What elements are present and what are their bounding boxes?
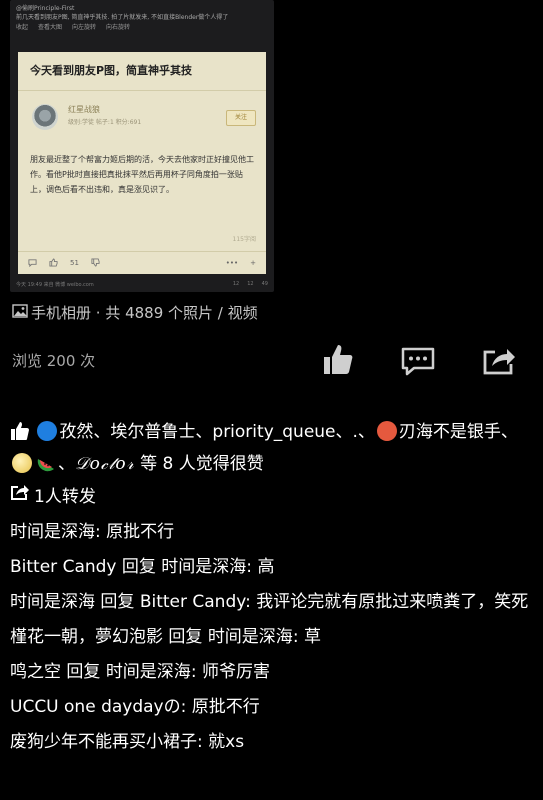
comment-item[interactable]: 时间是深海 回复 Bitter Candy: 我评论完就有原批过来喷粪了，笑死 bbox=[10, 588, 535, 617]
follow-button: 关注 bbox=[226, 110, 256, 126]
likes-name-doctor[interactable]: 𝒟𝑜𝒸𝓉𝑜𝓇 bbox=[75, 454, 135, 474]
status-right: 12 12 49 bbox=[233, 281, 268, 287]
avatar bbox=[32, 104, 58, 130]
divider bbox=[18, 90, 266, 91]
reply-word: 回复 bbox=[168, 627, 203, 647]
photo-icon bbox=[12, 303, 28, 322]
embedded-screenshot[interactable]: @偷刷Principle-First 前几天看到朋友P图, 简直神乎其技. 拍了… bbox=[10, 0, 274, 292]
view-count: 浏览 200 次 bbox=[12, 352, 96, 370]
collapse-link: 收起 bbox=[16, 24, 29, 31]
likes-names-part1[interactable]: 孜然、埃尔普鲁士、priority_queue、.、 bbox=[59, 422, 375, 442]
status-count-3: 49 bbox=[261, 281, 268, 287]
repost-count[interactable]: 1人转发 bbox=[10, 482, 96, 507]
watermelon-icon bbox=[36, 453, 56, 482]
card-title: 今天看到朋友P图，简直神乎其技 bbox=[30, 64, 193, 77]
thumbs-up-icon bbox=[324, 345, 353, 374]
album-source[interactable]: 手机相册 · 共 4889 个照片 / 视频 bbox=[12, 302, 258, 323]
likes-suffix: 等 8 人觉得很赞 bbox=[134, 454, 264, 474]
poster-line: @偷刷Principle-First bbox=[16, 5, 75, 12]
screenshot-status: 今天 19:49 来自 微博 weibo.com 12 12 49 bbox=[16, 278, 268, 290]
share-icon bbox=[10, 483, 30, 506]
comment-text: 师爷厉害 bbox=[201, 662, 270, 682]
comment-reply-to[interactable]: 时间是深海 bbox=[106, 662, 191, 682]
reply-word: 回复 bbox=[100, 592, 135, 612]
comment-item[interactable]: 鸣之空 回复 时间是深海: 师爷厉害 bbox=[10, 658, 535, 687]
card-body: 朋友最近整了个帮富力姬后期的活，今天去他家时正好撞见他工作。看他P批时直接把真批… bbox=[30, 155, 254, 194]
share-button[interactable] bbox=[481, 342, 517, 378]
comment-author[interactable]: Bitter Candy bbox=[10, 557, 116, 577]
card-footer-right: ••• + bbox=[226, 259, 256, 267]
gear-badge-icon bbox=[37, 421, 58, 441]
repost-label: 1人转发 bbox=[34, 487, 96, 507]
thumbs-up-icon bbox=[49, 257, 58, 269]
comment-bubble-icon bbox=[401, 347, 435, 376]
card-author-meta: 级别:学徒 帖子:1 积分:691 bbox=[68, 119, 142, 126]
comment-text: 高 bbox=[257, 557, 275, 577]
thumbs-up-icon bbox=[10, 421, 30, 450]
likes-list: 孜然、埃尔普鲁士、priority_queue、.、 刃海不是银手、、𝒟𝑜𝒸𝓉𝑜𝓇… bbox=[10, 418, 535, 482]
comment-author[interactable]: UCCU one daydayの bbox=[10, 697, 181, 717]
likes-names-part2[interactable]: 刃海不是银手、 bbox=[399, 422, 518, 442]
status-count-1: 12 bbox=[232, 281, 240, 287]
comment-text: 原批不行 bbox=[106, 522, 175, 542]
comment-author[interactable]: 槿花一朝，夢幻泡影 bbox=[10, 627, 163, 647]
status-count-2: 12 bbox=[247, 281, 254, 287]
reply-word: 回复 bbox=[66, 662, 101, 682]
comment-item[interactable]: 槿花一朝，夢幻泡影 回复 时间是深海: 草 bbox=[10, 623, 535, 652]
comment-item[interactable]: UCCU one daydayの: 原批不行 bbox=[10, 693, 535, 722]
comment-reply-to[interactable]: 时间是深海 bbox=[161, 557, 246, 577]
comment-author[interactable]: 时间是深海 bbox=[10, 522, 95, 542]
more-icon: ••• bbox=[225, 259, 239, 267]
card-author-name: 红星战狼 bbox=[68, 105, 100, 114]
status-left: 今天 19:49 来自 微博 weibo.com bbox=[16, 281, 94, 288]
comment-text: 就xs bbox=[208, 732, 245, 752]
card-author: 红星战狼 级别:学徒 帖子:1 积分:691 关注 bbox=[28, 100, 256, 140]
share-icon bbox=[483, 349, 515, 375]
comment-item[interactable]: 废狗少年不能再买小裙子: 就xs bbox=[10, 728, 535, 757]
card-word-count: 115字阅 bbox=[232, 236, 256, 243]
comment-list: 时间是深海: 原批不行 Bitter Candy 回复 时间是深海: 高时间是深海… bbox=[10, 518, 535, 763]
view-large-link: 查看大图 bbox=[38, 24, 63, 31]
comment-item[interactable]: 时间是深海: 原批不行 bbox=[10, 518, 535, 547]
album-label: 手机相册 · 共 4889 个照片 / 视频 bbox=[31, 304, 258, 322]
like-count: 51 bbox=[70, 259, 79, 267]
card-footer: 51 ••• + bbox=[18, 251, 266, 274]
plus-icon: + bbox=[250, 259, 256, 267]
likes-names-part3: 、 bbox=[58, 454, 75, 474]
reply-word: 回复 bbox=[121, 557, 156, 577]
comment-text: 草 bbox=[303, 627, 321, 647]
like-button[interactable] bbox=[320, 342, 356, 378]
comment-author[interactable]: 鸣之空 bbox=[10, 662, 61, 682]
flower-badge-icon bbox=[376, 421, 397, 441]
rotate-right-link: 向右旋转 bbox=[106, 24, 131, 31]
comment-text: 原批不行 bbox=[191, 697, 260, 717]
comment-button[interactable] bbox=[400, 342, 436, 378]
reply-icon bbox=[28, 258, 37, 269]
comment-item[interactable]: Bitter Candy 回复 时间是深海: 高 bbox=[10, 553, 535, 582]
comment-text: 我评论完就有原批过来喷粪了，笑死 bbox=[256, 592, 529, 612]
comment-author[interactable]: 时间是深海 bbox=[10, 592, 95, 612]
rotate-left-link: 向左旋转 bbox=[72, 24, 97, 31]
comment-author[interactable]: 废狗少年不能再买小裙子 bbox=[10, 732, 197, 752]
thumbs-down-icon bbox=[91, 257, 100, 269]
gold-badge-icon bbox=[12, 453, 32, 473]
caption-line: 前几天看到朋友P图, 简直神乎其技. 拍了片就发来, 不如直接Blender做个… bbox=[16, 14, 229, 21]
comment-reply-to[interactable]: 时间是深海 bbox=[208, 627, 293, 647]
comment-reply-to[interactable]: Bitter Candy bbox=[140, 592, 245, 612]
screenshot-actions: 收起 查看大图 向左旋转 向右旋转 bbox=[16, 23, 268, 32]
forum-post-card: 今天看到朋友P图，简直神乎其技 红星战狼 级别:学徒 帖子:1 积分:691 关… bbox=[18, 52, 266, 274]
screenshot-header: @偷刷Principle-First 前几天看到朋友P图, 简直神乎其技. 拍了… bbox=[10, 0, 274, 32]
